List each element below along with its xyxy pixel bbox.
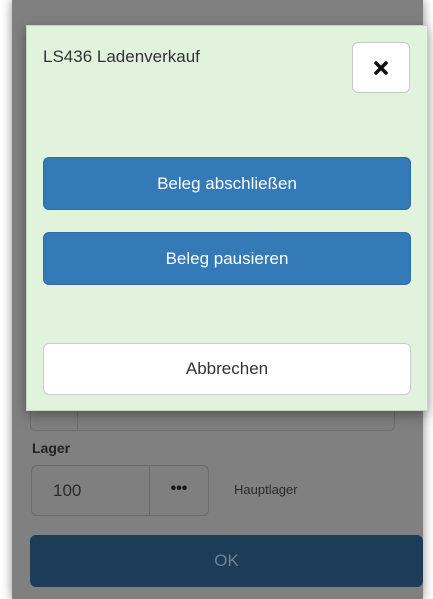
lager-input[interactable]: 100 bbox=[31, 465, 150, 516]
dialog-title: LS436 Ladenverkauf bbox=[43, 47, 200, 66]
finish-receipt-button[interactable]: Beleg abschließen bbox=[43, 157, 411, 210]
receipt-dialog: LS436 Ladenverkauf Beleg abschließen Bel… bbox=[26, 25, 428, 411]
lager-label: Lager bbox=[32, 440, 71, 456]
lager-picker-button[interactable]: ••• bbox=[150, 465, 209, 516]
cancel-button[interactable]: Abbrechen bbox=[43, 343, 411, 395]
close-button[interactable] bbox=[352, 42, 410, 93]
close-icon bbox=[374, 60, 388, 75]
ok-button[interactable]: OK bbox=[30, 535, 423, 587]
pause-receipt-button[interactable]: Beleg pausieren bbox=[43, 232, 411, 285]
lager-name: Hauptlager bbox=[234, 482, 298, 497]
